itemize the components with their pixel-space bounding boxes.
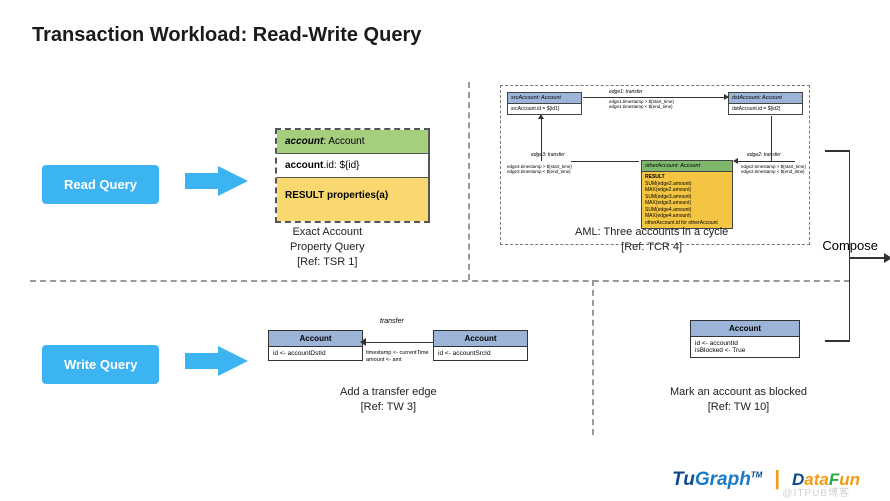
- aml-content: dstAccount.id = ${id2}: [729, 104, 802, 114]
- compose-line: [825, 340, 850, 342]
- exact-caption: Exact Account Property Query [Ref: TSR 1…: [290, 225, 365, 270]
- aml-other-box: otherAccount: Account RESULTSUM(edge2.am…: [641, 160, 733, 229]
- aml-other-header: otherAccount: Account: [642, 161, 732, 172]
- aml-header: srcAccount: Account: [508, 93, 581, 104]
- exact-row-id: account.id: ${id}: [277, 154, 428, 178]
- edge2-sub: edge2.timestamp > ${start_time} edge2.ti…: [741, 164, 806, 175]
- account-header: Account: [269, 331, 362, 347]
- mark-caption: Mark an account as blocked [Ref: TW 10]: [670, 385, 807, 415]
- read-query-button: Read Query: [42, 165, 159, 204]
- account-src-box: Account id <- accountSrcId: [433, 330, 528, 361]
- vertical-divider: [592, 280, 594, 435]
- aml-result: RESULTSUM(edge2.amount) MAX(edge2.amount…: [642, 172, 732, 228]
- arrow-icon: [733, 158, 738, 164]
- edge-line: [363, 342, 433, 343]
- mark-account-box: Account id <- accountId isBlocked <- Tru…: [690, 320, 800, 358]
- edge-line: [735, 161, 795, 162]
- account-content: id <- accountId isBlocked <- True: [691, 337, 799, 357]
- exact-row-result: RESULT properties(a): [277, 178, 428, 221]
- aml-caption: AML: Three accounts in a cycle [Ref: TCR…: [575, 225, 728, 255]
- edge3-label: edge3: transfer: [531, 152, 565, 158]
- edge-line: [771, 116, 772, 161]
- aml-dst-box: dstAccount: Account dstAccount.id = ${id…: [728, 92, 803, 115]
- aml-header: dstAccount: Account: [729, 93, 802, 104]
- compose-line: [825, 150, 850, 152]
- exact-row-type: account: Account: [277, 130, 428, 154]
- watermark: @ITPUB博客: [782, 484, 850, 499]
- page-title: Transaction Workload: Read-Write Query: [32, 24, 421, 47]
- aml-diagram: srcAccount: Account srcAccount.id = ${id…: [500, 85, 810, 245]
- edge3-sub: edge3.timestamp > ${start_time} edge3.ti…: [507, 164, 572, 175]
- account-header: Account: [434, 331, 527, 347]
- edge-line: [541, 116, 542, 161]
- account-header: Account: [691, 321, 799, 337]
- account-content: id <- accountDstId: [269, 347, 362, 360]
- arrow-icon: [724, 94, 729, 100]
- edge2-label: edge2: transfer: [747, 152, 781, 158]
- transfer-diagram: Account id <- accountDstId Account id <-…: [268, 320, 528, 380]
- compose-label: Compose: [822, 238, 878, 253]
- transfer-edge-label: transfer: [380, 318, 404, 325]
- arrow-bar: [185, 353, 220, 369]
- aml-src-box: srcAccount: Account srcAccount.id = ${id…: [507, 92, 582, 115]
- arrow-icon: [360, 338, 366, 346]
- edge-line: [583, 97, 728, 98]
- vertical-divider: [468, 82, 470, 280]
- edge1-label: edge1: transfer: [609, 89, 643, 95]
- edge1-sub: edge1.timestamp > ${start_time} edge1.ti…: [609, 99, 674, 110]
- write-query-button: Write Query: [42, 345, 159, 384]
- account-content: id <- accountSrcId: [434, 347, 527, 360]
- arrow-icon: [538, 114, 544, 119]
- arrow-bar: [185, 173, 220, 189]
- transfer-caption: Add a transfer edge [Ref: TW 3]: [340, 385, 437, 415]
- tugraph-logo: TuGraphTM: [672, 469, 762, 491]
- transfer-edge-sub: timestamp <- currentTime amount <- amt: [366, 350, 429, 363]
- arrow-icon: [218, 166, 248, 196]
- horizontal-divider: [30, 280, 850, 282]
- exact-account-box: account: Account account.id: ${id} RESUL…: [275, 128, 430, 223]
- aml-content: srcAccount.id = ${id1}: [508, 104, 581, 114]
- arrow-icon: [218, 346, 248, 376]
- arrow-icon: [884, 253, 890, 263]
- account-dst-box: Account id <- accountDstId: [268, 330, 363, 361]
- edge-line: [571, 161, 639, 162]
- separator: |: [774, 468, 780, 491]
